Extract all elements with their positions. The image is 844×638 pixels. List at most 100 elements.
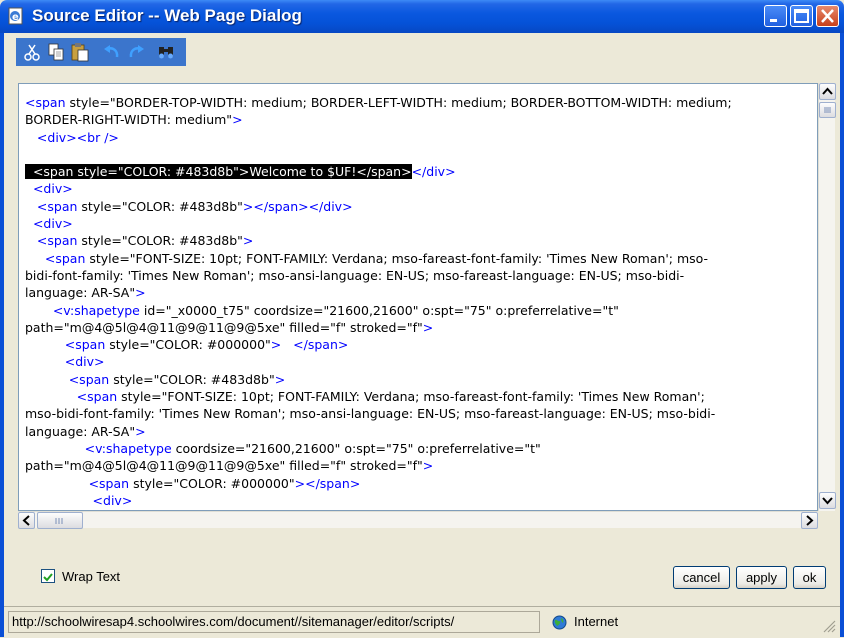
code-segment: > </span> — [270, 337, 349, 353]
code-segment: > — [135, 423, 146, 439]
code-line[interactable]: mso-bidi-font-family: 'Times New Roman';… — [25, 405, 805, 422]
code-segment: <span — [25, 389, 122, 405]
paste-icon[interactable] — [70, 42, 90, 62]
code-line[interactable]: <span style="COLOR: #000000"> </span> — [25, 336, 805, 353]
code-segment: style="BORDER-TOP-WIDTH: medium; BORDER-… — [69, 95, 732, 110]
scroll-up-button[interactable] — [819, 83, 836, 100]
code-segment: ></span> — [294, 475, 361, 491]
code-segment: <span — [25, 95, 70, 110]
svg-text:e: e — [12, 12, 19, 23]
scroll-right-button[interactable] — [801, 512, 818, 529]
code-segment: <v:shapetype — [25, 302, 144, 318]
code-segment: language: AR-SA" — [25, 285, 136, 301]
code-segment: <span — [25, 198, 82, 214]
scrollbar-corner — [818, 511, 835, 528]
code-segment: style="FONT-SIZE: 10pt; FONT-FAMILY: Ver… — [121, 389, 705, 405]
code-line[interactable]: <span style="COLOR: #483d8b"></span></di… — [25, 198, 805, 215]
code-segment: <span — [25, 371, 114, 387]
code-line[interactable]: <span style="BORDER-TOP-WIDTH: medium; B… — [25, 94, 805, 111]
selected-text: <span style="COLOR: #483d8b">Welcome to … — [25, 164, 412, 180]
status-url: http://schoolwiresap4.schoolwires.com/do… — [8, 611, 540, 633]
chevron-right-icon — [806, 515, 814, 526]
code-segment: <div> — [25, 181, 73, 197]
ok-button[interactable]: ok — [793, 566, 826, 589]
code-line[interactable]: <div> — [25, 180, 805, 197]
cancel-button[interactable]: cancel — [673, 566, 730, 589]
resize-grip-icon[interactable] — [822, 619, 836, 633]
code-line[interactable]: <v:shapetype id="_x0000_t75" coordsize="… — [25, 302, 805, 319]
code-segment: <div> — [25, 492, 133, 508]
security-zone: Internet — [574, 614, 619, 629]
scroll-left-button[interactable] — [18, 512, 35, 529]
toolbar-strip — [16, 38, 186, 66]
close-button[interactable] — [816, 5, 839, 27]
code-segment: path="m@4@5l@4@11@9@11@9@5xe" filled="f"… — [25, 458, 423, 474]
scroll-down-button[interactable] — [819, 492, 836, 509]
code-segment: <span — [25, 475, 134, 491]
h-scroll-thumb[interactable] — [37, 512, 83, 529]
code-segment: <div><br /> — [25, 129, 119, 145]
code-segment: > — [242, 233, 254, 249]
code-segment: path="m@4@5l@4@11@9@11@9@5xe" filled="f"… — [25, 319, 423, 335]
code-line[interactable]: BORDER-RIGHT-WIDTH: medium"> — [25, 111, 805, 128]
code-segment: style="COLOR: #000000" — [133, 475, 295, 491]
code-segment: <v:shapetype — [25, 440, 176, 456]
source-code[interactable]: <span style="BORDER-TOP-WIDTH: medium; B… — [25, 94, 805, 509]
code-segment: ></span></div> — [242, 198, 353, 214]
apply-button[interactable]: apply — [736, 566, 787, 589]
code-line[interactable] — [25, 146, 805, 163]
code-segment: BORDER-RIGHT-WIDTH: medium" — [25, 112, 233, 128]
code-segment: bidi-font-family: 'Times New Roman'; mso… — [25, 267, 685, 283]
status-bar: http://schoolwiresap4.schoolwires.com/do… — [4, 606, 840, 638]
code-line[interactable]: <span style="COLOR: #483d8b"> — [25, 371, 805, 388]
code-line[interactable]: <div> — [25, 215, 805, 232]
code-segment: <div> — [25, 354, 105, 370]
code-line[interactable]: <span style="FONT-SIZE: 10pt; FONT-FAMIL… — [25, 388, 805, 405]
find-icon[interactable] — [156, 42, 176, 62]
horizontal-scrollbar[interactable] — [18, 511, 818, 529]
grip-lines-icon — [55, 518, 63, 524]
window-frame-right — [840, 33, 844, 637]
code-segment: <div> — [25, 216, 73, 232]
globe-icon — [552, 615, 567, 630]
code-line[interactable]: <span style="COLOR: #483d8b">Welcome to … — [25, 163, 805, 180]
wrap-text-checkbox[interactable] — [41, 569, 55, 583]
code-line[interactable]: <v:shapetype coordsize="21600,21600" o:s… — [25, 440, 805, 457]
code-line[interactable]: <div> — [25, 353, 805, 370]
redo-icon[interactable] — [126, 42, 146, 62]
toolbar — [4, 33, 840, 83]
code-line[interactable]: language: AR-SA"> — [25, 284, 805, 301]
code-segment: language: AR-SA" — [25, 423, 136, 439]
code-segment: id="_x0000_t75" coordsize="21600,21600" … — [143, 302, 619, 318]
code-line[interactable]: <span style="COLOR: #000000"></span> — [25, 475, 805, 492]
code-segment: <span — [25, 337, 110, 353]
vertical-scrollbar[interactable] — [818, 83, 836, 511]
code-line[interactable]: <div><br /> — [25, 129, 805, 146]
code-segment: > — [422, 319, 434, 335]
undo-icon[interactable] — [102, 42, 122, 62]
scroll-thumb[interactable] — [819, 102, 836, 118]
chevron-up-icon — [822, 87, 833, 95]
ie-page-icon: e — [8, 7, 23, 25]
code-line[interactable]: language: AR-SA"> — [25, 423, 805, 440]
title-bar[interactable]: e Source Editor -- Web Page Dialog — [0, 0, 844, 33]
code-segment: </div> — [411, 164, 456, 180]
code-line[interactable]: path="m@4@5l@4@11@9@11@9@5xe" filled="f"… — [25, 457, 805, 474]
code-segment: <span — [25, 233, 82, 249]
maximize-button[interactable] — [790, 5, 813, 27]
copy-icon[interactable] — [46, 42, 66, 62]
code-line[interactable]: <span style="FONT-SIZE: 10pt; FONT-FAMIL… — [25, 250, 805, 267]
code-segment: style="FONT-SIZE: 10pt; FONT-FAMILY: Ver… — [89, 250, 709, 266]
code-line[interactable]: <div> — [25, 492, 805, 509]
minimize-button[interactable] — [764, 5, 787, 27]
checkmark-icon — [43, 573, 53, 582]
source-editor[interactable]: <span style="BORDER-TOP-WIDTH: medium; B… — [18, 83, 818, 511]
code-segment: <span — [25, 250, 90, 266]
code-line[interactable]: bidi-font-family: 'Times New Roman'; mso… — [25, 267, 805, 284]
code-segment: > — [135, 285, 146, 301]
cut-icon[interactable] — [22, 42, 42, 62]
code-line[interactable]: path="m@4@5l@4@11@9@11@9@5xe" filled="f"… — [25, 319, 805, 336]
code-line[interactable]: <span style="COLOR: #483d8b"> — [25, 232, 805, 249]
code-segment: > — [274, 371, 286, 387]
minimize-icon — [770, 19, 777, 22]
